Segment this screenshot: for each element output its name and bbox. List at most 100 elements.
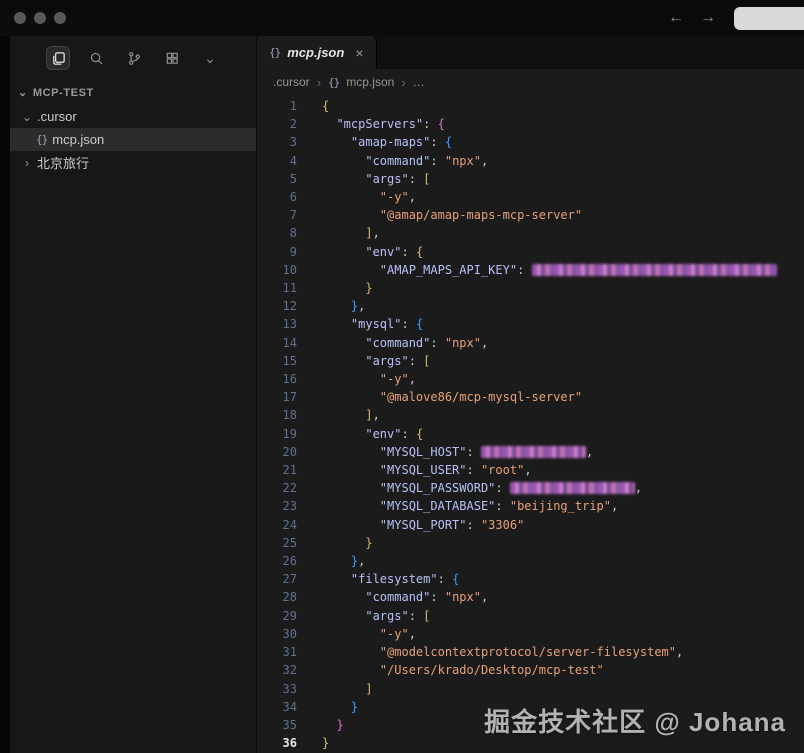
- line-number: 17: [257, 388, 297, 406]
- code-line: 33 ]: [257, 680, 804, 698]
- code-line: 31 "@modelcontextprotocol/server-filesys…: [257, 643, 804, 661]
- code-line: 11 }: [257, 279, 804, 297]
- explorer-icon[interactable]: [46, 46, 70, 70]
- code-line: 27 "filesystem": {: [257, 570, 804, 588]
- command-center-search[interactable]: [734, 7, 804, 30]
- zoom-window-button[interactable]: [54, 12, 66, 24]
- line-number: 11: [257, 279, 297, 297]
- redacted-value: [532, 264, 777, 276]
- extensions-icon[interactable]: [160, 46, 184, 70]
- code-line: 18 ],: [257, 406, 804, 424]
- code-line: 2 "mcpServers": {: [257, 115, 804, 133]
- tab-close-icon[interactable]: ×: [355, 45, 363, 61]
- window-edge: [0, 36, 10, 753]
- sidebar: ⌄ ⌄ MCP-TEST ⌄ .cursor {} mcp.json › 北京旅: [10, 36, 257, 753]
- line-number: 26: [257, 552, 297, 570]
- code-line: 6 "-y",: [257, 188, 804, 206]
- code-line: 28 "command": "npx",: [257, 588, 804, 606]
- code-line: 17 "@malove86/mcp-mysql-server": [257, 388, 804, 406]
- line-number: 28: [257, 588, 297, 606]
- code-line: 7 "@amap/amap-maps-mcp-server": [257, 206, 804, 224]
- close-window-button[interactable]: [14, 12, 26, 24]
- line-number: 6: [257, 188, 297, 206]
- redacted-value: [481, 446, 586, 458]
- nav-back-button[interactable]: ←: [668, 9, 684, 27]
- code-line: 22 "MYSQL_PASSWORD": ,: [257, 479, 804, 497]
- sidebar-toolbar: ⌄: [10, 40, 256, 76]
- line-number: 8: [257, 224, 297, 242]
- line-number: 15: [257, 352, 297, 370]
- sidebar-item-mcp-json[interactable]: {} mcp.json: [10, 128, 256, 151]
- sidebar-item-beijing-trip-folder[interactable]: › 北京旅行: [10, 151, 256, 174]
- code-line: 23 "MYSQL_DATABASE": "beijing_trip",: [257, 497, 804, 515]
- code-line: 4 "command": "npx",: [257, 152, 804, 170]
- line-number: 23: [257, 497, 297, 515]
- code-line: 24 "MYSQL_PORT": "3306": [257, 516, 804, 534]
- code-lines: 1{2 "mcpServers": {3 "amap-maps": {4 "co…: [257, 97, 804, 752]
- app-window: ← →: [0, 0, 804, 753]
- code-line: 5 "args": [: [257, 170, 804, 188]
- explorer-section-header[interactable]: ⌄ MCP-TEST: [10, 76, 256, 105]
- tab-mcp-json[interactable]: {} mcp.json ×: [257, 36, 377, 69]
- line-number: 30: [257, 625, 297, 643]
- code-line: 14 "command": "npx",: [257, 334, 804, 352]
- code-line: 35 }: [257, 716, 804, 734]
- breadcrumb-item[interactable]: mcp.json: [346, 75, 394, 89]
- code-line: 20 "MYSQL_HOST": ,: [257, 443, 804, 461]
- line-number: 4: [257, 152, 297, 170]
- code-line: 12 },: [257, 297, 804, 315]
- minimize-window-button[interactable]: [34, 12, 46, 24]
- line-number: 5: [257, 170, 297, 188]
- file-tree: ⌄ .cursor {} mcp.json › 北京旅行: [10, 105, 256, 174]
- line-number: 22: [257, 479, 297, 497]
- chevron-right-icon: ›: [22, 156, 32, 170]
- code-line: 34 }: [257, 698, 804, 716]
- line-number: 24: [257, 516, 297, 534]
- source-control-icon[interactable]: [122, 46, 146, 70]
- chevron-down-icon[interactable]: ⌄: [198, 46, 222, 70]
- sidebar-item-cursor-folder[interactable]: ⌄ .cursor: [10, 105, 256, 128]
- line-number: 18: [257, 406, 297, 424]
- breadcrumb-item[interactable]: …: [413, 75, 425, 89]
- line-number: 29: [257, 607, 297, 625]
- tab-label: mcp.json: [287, 45, 344, 60]
- line-number: 9: [257, 243, 297, 261]
- folder-label: 北京旅行: [37, 153, 89, 172]
- line-number: 36: [257, 734, 297, 752]
- line-number: 12: [257, 297, 297, 315]
- code-line: 13 "mysql": {: [257, 315, 804, 333]
- line-number: 13: [257, 315, 297, 333]
- traffic-lights: [0, 12, 66, 24]
- line-number: 7: [257, 206, 297, 224]
- line-number: 10: [257, 261, 297, 279]
- code-line: 3 "amap-maps": {: [257, 133, 804, 151]
- tab-bar: {} mcp.json ×: [257, 36, 804, 69]
- line-number: 27: [257, 570, 297, 588]
- breadcrumb: .cursor › {} mcp.json › …: [257, 69, 804, 95]
- line-number: 34: [257, 698, 297, 716]
- line-number: 35: [257, 716, 297, 734]
- code-line: 25 }: [257, 534, 804, 552]
- code-line: 1{: [257, 97, 804, 115]
- folder-label: .cursor: [37, 109, 77, 124]
- chevron-down-icon: ⌄: [22, 110, 32, 124]
- search-icon[interactable]: [84, 46, 108, 70]
- nav-forward-button[interactable]: →: [700, 9, 716, 27]
- project-name: MCP-TEST: [33, 87, 94, 99]
- line-number: 19: [257, 425, 297, 443]
- breadcrumb-separator-icon: ›: [401, 75, 405, 90]
- line-number: 25: [257, 534, 297, 552]
- code-line: 29 "args": [: [257, 607, 804, 625]
- code-editor[interactable]: 1{2 "mcpServers": {3 "amap-maps": {4 "co…: [257, 95, 804, 753]
- code-line: 8 ],: [257, 224, 804, 242]
- line-number: 1: [257, 97, 297, 115]
- json-file-icon: {}: [36, 133, 47, 146]
- line-number: 21: [257, 461, 297, 479]
- line-number: 20: [257, 443, 297, 461]
- line-number: 2: [257, 115, 297, 133]
- breadcrumb-item[interactable]: .cursor: [273, 75, 310, 89]
- file-label: mcp.json: [52, 132, 104, 147]
- line-number: 33: [257, 680, 297, 698]
- code-line: 32 "/Users/krado/Desktop/mcp-test": [257, 661, 804, 679]
- editor-group: {} mcp.json × .cursor › {} mcp.json › … …: [257, 36, 804, 753]
